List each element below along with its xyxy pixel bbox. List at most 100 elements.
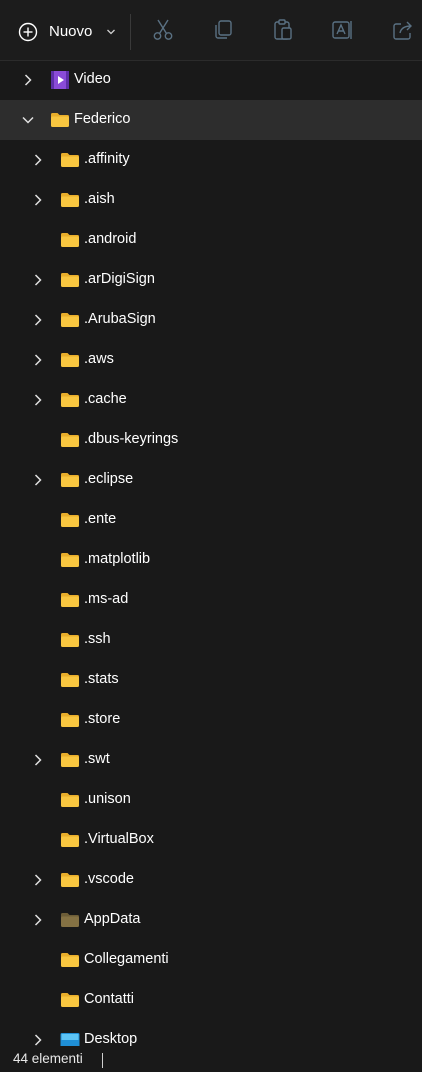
hidden-folder-icon <box>61 913 79 927</box>
tree-item-label: Desktop <box>84 1031 138 1046</box>
tree-item-label: .ms-ad <box>84 591 129 607</box>
tree-item[interactable]: .aws <box>0 340 422 380</box>
tree-item[interactable]: .ArubaSign <box>0 300 422 340</box>
tree-item[interactable]: .affinity <box>0 140 422 180</box>
tree-item-label: .aish <box>84 191 115 207</box>
tree-item-label: .stats <box>84 671 119 687</box>
chevron-down-icon[interactable] <box>20 112 36 128</box>
chevron-right-icon[interactable] <box>30 272 46 288</box>
tree-item[interactable]: .eclipse <box>0 460 422 500</box>
tree-item-label: .vscode <box>84 871 134 887</box>
chevron-right-icon[interactable] <box>30 1032 46 1046</box>
folder-icon <box>51 113 69 127</box>
folder-icon <box>61 993 79 1007</box>
tree-item[interactable]: Collegamenti <box>0 940 422 980</box>
chevron-right-icon[interactable] <box>30 472 46 488</box>
tree-item[interactable]: .store <box>0 700 422 740</box>
tree-item-label: AppData <box>84 911 141 927</box>
tree-item[interactable]: Federico <box>0 100 422 140</box>
chevron-right-icon[interactable] <box>30 872 46 888</box>
tree-item-label: .affinity <box>84 151 130 167</box>
folder-icon <box>61 673 79 687</box>
folder-icon <box>61 153 79 167</box>
tree-item[interactable]: Video <box>0 60 422 100</box>
tree-item[interactable]: Contatti <box>0 980 422 1020</box>
tree-item-label: .ArubaSign <box>84 311 156 327</box>
tree-item[interactable]: AppData <box>0 900 422 940</box>
desktop-folder-icon <box>60 1033 80 1046</box>
tree-item-label: .arDigiSign <box>84 271 155 287</box>
tree-item[interactable]: Desktop <box>0 1020 422 1046</box>
cut-icon[interactable] <box>151 18 175 42</box>
folder-icon <box>61 313 79 327</box>
tree-item-label: Collegamenti <box>84 951 169 967</box>
folder-icon <box>61 633 79 647</box>
status-bar: 44 elementi <box>0 1046 422 1072</box>
tree-item[interactable]: .ente <box>0 500 422 540</box>
tree-item-label: Federico <box>74 111 131 127</box>
plus-circle-icon <box>18 22 38 42</box>
tree-item[interactable]: .arDigiSign <box>0 260 422 300</box>
tree-item[interactable]: .vscode <box>0 860 422 900</box>
tree-item[interactable]: .stats <box>0 660 422 700</box>
chevron-right-icon[interactable] <box>30 152 46 168</box>
new-button-label: Nuovo <box>49 23 93 40</box>
tree-item-label: Contatti <box>84 991 134 1007</box>
tree-item[interactable]: .matplotlib <box>0 540 422 580</box>
folder-icon <box>61 273 79 287</box>
chevron-down-icon <box>107 29 115 35</box>
item-count: 44 elementi <box>13 1051 83 1066</box>
folder-icon <box>61 713 79 727</box>
folder-icon <box>61 793 79 807</box>
tree-item-label: .android <box>84 231 137 247</box>
chevron-right-icon[interactable] <box>30 352 46 368</box>
chevron-right-icon[interactable] <box>30 752 46 768</box>
rename-icon[interactable] <box>331 18 355 42</box>
folder-icon <box>61 393 79 407</box>
tree-item-label: .matplotlib <box>84 551 151 567</box>
folder-icon <box>61 953 79 967</box>
chevron-right-icon[interactable] <box>30 912 46 928</box>
chevron-right-icon[interactable] <box>30 312 46 328</box>
tree-item[interactable]: .unison <box>0 780 422 820</box>
chevron-right-icon[interactable] <box>30 392 46 408</box>
folder-icon <box>61 833 79 847</box>
folder-icon <box>61 233 79 247</box>
folder-icon <box>61 513 79 527</box>
folder-icon <box>61 593 79 607</box>
folder-icon <box>61 873 79 887</box>
chevron-right-icon[interactable] <box>30 192 46 208</box>
tree-item-label: .ente <box>84 511 117 527</box>
tree-item[interactable]: .VirtualBox <box>0 820 422 860</box>
tree-item[interactable]: .cache <box>0 380 422 420</box>
folder-icon <box>61 473 79 487</box>
share-icon[interactable] <box>391 18 415 42</box>
tree-item[interactable]: .aish <box>0 180 422 220</box>
folder-icon <box>61 553 79 567</box>
tree-item[interactable]: .ssh <box>0 620 422 660</box>
tree-item-label: .cache <box>84 391 127 407</box>
tree-item-label: .ssh <box>84 631 111 647</box>
chevron-right-icon[interactable] <box>20 72 36 88</box>
command-bar: Nuovo <box>0 0 422 61</box>
paste-icon[interactable] <box>271 18 295 42</box>
tree-item-label: .store <box>84 711 121 727</box>
copy-icon[interactable] <box>211 18 235 42</box>
video-folder-icon <box>51 71 69 89</box>
tree-item-label: .VirtualBox <box>84 831 154 847</box>
new-button[interactable]: Nuovo <box>10 14 128 50</box>
status-separator <box>102 1053 103 1068</box>
tree-item[interactable]: .dbus-keyrings <box>0 420 422 460</box>
tree-item[interactable]: .swt <box>0 740 422 780</box>
tree-item-label: .swt <box>84 751 110 767</box>
tree-item-label: Video <box>74 71 111 87</box>
tree-item-label: .eclipse <box>84 471 134 487</box>
navigation-tree: Video Federico .affinity .aish .android .arDi… <box>0 60 422 1046</box>
folder-icon <box>61 433 79 447</box>
tree-item[interactable]: .ms-ad <box>0 580 422 620</box>
folder-icon <box>61 193 79 207</box>
tree-item[interactable]: .android <box>0 220 422 260</box>
folder-icon <box>61 753 79 767</box>
tree-item-label: .unison <box>84 791 131 807</box>
toolbar-divider <box>130 14 131 50</box>
